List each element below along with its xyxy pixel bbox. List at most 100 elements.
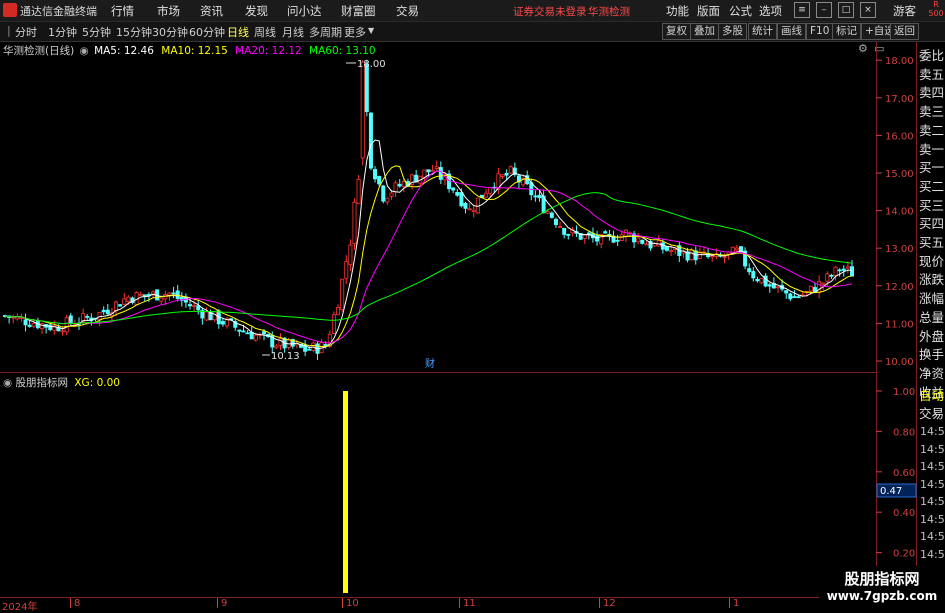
candle-body	[368, 112, 373, 169]
candle-body	[237, 329, 242, 332]
quote-label[interactable]: 委比	[919, 45, 944, 64]
quote-label[interactable]: 换手	[919, 344, 944, 363]
quote-label[interactable]: 买二	[919, 176, 944, 195]
quote-label[interactable]: 买四	[919, 213, 944, 232]
tick-time: 14:56	[920, 495, 945, 508]
tick-time: 14:56	[920, 512, 945, 526]
candle-body	[664, 246, 669, 251]
candle-body	[192, 305, 197, 307]
candle-body	[381, 185, 386, 202]
candlesticks	[3, 59, 855, 360]
tick-time: 14:56	[920, 477, 945, 491]
candle-body	[356, 178, 361, 204]
quote-label[interactable]: 涨跌	[919, 269, 944, 288]
candle-body	[220, 321, 225, 325]
candle-body	[833, 266, 838, 276]
quote-label[interactable]: 买五	[919, 232, 944, 251]
tick-time: 14:56	[920, 547, 945, 561]
sub-chart-header: ◉ 股朋指标网 XG: 0.00	[3, 375, 120, 390]
quote-label[interactable]: 涨幅	[919, 288, 944, 307]
quote-label[interactable]: 卖四	[919, 82, 944, 101]
quote-label[interactable]: 卖三	[919, 101, 944, 120]
candle-body	[755, 278, 760, 282]
candle-body	[817, 281, 822, 293]
quote-label[interactable]: 净资	[919, 363, 944, 382]
candle-body	[850, 266, 855, 277]
candle-body	[212, 311, 217, 321]
price-tick-label: 18.00	[885, 56, 914, 67]
candle-body	[344, 261, 349, 279]
auto-trade-label-1[interactable]: 自动	[919, 385, 944, 404]
candle-body	[138, 293, 143, 296]
candle-body	[751, 271, 756, 279]
candle-body	[689, 249, 694, 261]
candle-body	[558, 226, 563, 228]
candle-body	[85, 315, 90, 318]
auto-trade-label-2[interactable]: 交易	[919, 403, 944, 422]
tick-time: 14:56	[920, 442, 945, 456]
sub-tick-label: 0.60	[893, 468, 915, 479]
date-year-label: 2024年	[2, 602, 38, 613]
price-tick-label: 10.00	[885, 357, 914, 368]
price-tick-label: 14.00	[885, 207, 914, 218]
candle-body	[336, 307, 341, 316]
quote-label[interactable]: 买一	[919, 157, 944, 176]
candle-body	[364, 63, 369, 112]
date-tick	[217, 598, 218, 608]
candle-body	[603, 231, 608, 234]
quote-label[interactable]: 卖五	[919, 64, 944, 83]
candle-body	[640, 239, 645, 244]
candle-body	[60, 330, 65, 333]
candle-body	[118, 304, 123, 307]
candle-body	[829, 274, 834, 277]
sub-indicator-toggle-icon[interactable]: ◉	[3, 377, 12, 389]
tick-time: 14:56	[920, 425, 945, 438]
date-month-aug: 8	[74, 598, 81, 609]
candle-body	[747, 268, 752, 273]
price-tick-label: 17.00	[885, 94, 914, 105]
candle-body	[27, 324, 32, 327]
candle-body	[566, 233, 571, 236]
candle-body	[101, 309, 106, 313]
quote-label[interactable]: 买三	[919, 195, 944, 214]
candle-body	[426, 169, 431, 173]
candle-body	[533, 195, 538, 198]
xg-value-label: XG: 0.00	[74, 377, 120, 389]
candle-body	[615, 239, 620, 242]
candle-body	[825, 273, 830, 282]
quote-label[interactable]: 现价	[919, 251, 944, 270]
candle-body	[455, 191, 460, 196]
candle-body	[31, 323, 36, 327]
candle-body	[68, 315, 73, 324]
watermark: 股朋指标网 www.7gpzb.com	[819, 566, 945, 609]
date-month-dec: 12	[603, 598, 616, 609]
candle-body	[434, 166, 439, 169]
quote-label[interactable]: 卖一	[919, 139, 944, 158]
candle-body	[241, 330, 246, 333]
candle-body	[796, 296, 801, 299]
candle-body	[734, 247, 739, 251]
candle-body	[459, 192, 464, 207]
kline-chart[interactable]: 18.0017.0016.0015.0014.0013.0012.0011.00…	[0, 0, 945, 609]
candle-body	[562, 228, 567, 235]
candle-body	[393, 182, 398, 193]
candle-body	[808, 285, 813, 292]
candle-body	[171, 292, 176, 295]
candle-body	[484, 192, 489, 198]
candle-body	[97, 312, 102, 320]
quote-label[interactable]: 卖二	[919, 120, 944, 139]
high-price-label: 18.00	[357, 59, 386, 70]
candle-body	[64, 317, 69, 333]
candle-body	[360, 61, 365, 159]
date-month-sep: 9	[221, 598, 228, 609]
quote-label[interactable]: 总量	[919, 307, 944, 326]
price-tick-label: 11.00	[885, 319, 914, 330]
quote-label[interactable]: 外盘	[919, 326, 944, 345]
candle-body	[175, 290, 180, 299]
sub-indicator-name: 股朋指标网	[15, 377, 69, 389]
candle-body	[114, 301, 119, 312]
finance-event-marker[interactable]: 财	[425, 357, 435, 370]
candle-body	[389, 192, 394, 197]
candle-body	[821, 282, 826, 285]
price-tick-label: 15.00	[885, 169, 914, 180]
